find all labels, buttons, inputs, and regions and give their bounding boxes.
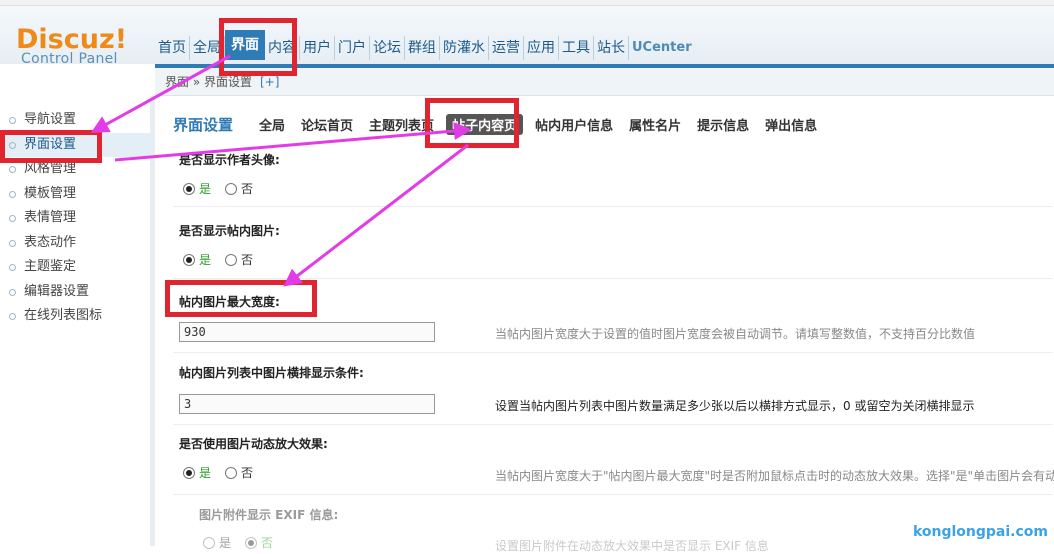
avatar-no-radio[interactable]	[225, 183, 237, 195]
expand-button[interactable]: [+]	[260, 75, 279, 89]
exif-label: 图片附件显示 EXIF 信息:	[199, 506, 338, 523]
nav-webmaster[interactable]: 站长	[594, 36, 629, 60]
maxwidth-input[interactable]: 930	[179, 322, 435, 342]
nav-tools[interactable]: 工具	[559, 36, 594, 60]
images-yes-radio[interactable]	[183, 254, 195, 266]
exif-no-radio[interactable]	[245, 537, 257, 549]
avatar-label: 是否显示作者头像:	[179, 151, 280, 168]
section-title: 界面设置	[173, 114, 233, 135]
avatar-yes-radio[interactable]	[183, 183, 195, 195]
zoom-radios: 是 否	[183, 464, 253, 481]
sidebar-item-reactions[interactable]: 表态动作	[0, 231, 150, 256]
zoom-no-radio[interactable]	[225, 467, 237, 479]
nav-home[interactable]: 首页	[155, 36, 190, 60]
highlight-sidebar-interface	[0, 130, 102, 163]
nav-portal[interactable]: 门户	[335, 36, 370, 60]
watermark: konglongpai.com	[913, 524, 1048, 540]
zoom-hint: 当帖内图片宽度大于"帖内图片最大宽度"时是否附加鼠标点击时的动态放大效果。选择"…	[495, 467, 1054, 484]
images-no-radio[interactable]	[225, 254, 237, 266]
nav-antispam[interactable]: 防灌水	[440, 36, 489, 60]
highlight-maxwidth-label	[165, 280, 317, 317]
nav-apps[interactable]: 应用	[524, 36, 559, 60]
images-label: 是否显示帖内图片:	[179, 222, 280, 239]
nav-ucenter[interactable]: UCenter	[629, 36, 695, 60]
avatar-radios: 是 否	[183, 180, 253, 197]
main-panel: 界面设置 全局 论坛首页 主题列表页 帖子内容页 帖内用户信息 属性名片 提示信…	[155, 96, 1054, 546]
zoom-label: 是否使用图片动态放大效果:	[179, 435, 328, 452]
header: Discuz! Control Panel 首页 全局 界面 内容 用户 门户 …	[0, 6, 1054, 64]
tab-post-user-info[interactable]: 帖内用户信息	[535, 115, 613, 134]
listcond-input[interactable]: 3	[179, 394, 435, 414]
tab-popups[interactable]: 弹出信息	[765, 115, 817, 134]
listcond-hint: 设置当帖内图片列表中图片数量满足多少张以后以横排方式显示，0 或留空为关闭横排显…	[495, 397, 974, 414]
images-radios: 是 否	[183, 251, 253, 268]
sidebar-item-editor[interactable]: 编辑器设置	[0, 280, 150, 305]
zoom-yes-radio[interactable]	[183, 467, 195, 479]
sidebar-item-smilies[interactable]: 表情管理	[0, 206, 150, 231]
nav-group[interactable]: 群组	[405, 36, 440, 60]
highlight-nav-interface	[219, 18, 297, 76]
tab-messages[interactable]: 提示信息	[697, 115, 749, 134]
sidebar-item-online-icons[interactable]: 在线列表图标	[0, 304, 150, 329]
exif-yes-radio[interactable]	[203, 537, 215, 549]
listcond-label: 帖内图片列表中图片横排显示条件:	[179, 364, 364, 381]
nav-forum[interactable]: 论坛	[370, 36, 405, 60]
sidebar-item-stamps[interactable]: 主题鉴定	[0, 255, 150, 280]
maxwidth-hint: 当帖内图片宽度大于设置的值时图片宽度会被自动调节。请填写整数值，不支持百分比数值	[495, 325, 975, 342]
exif-radios: 是 否	[203, 534, 287, 551]
sidebar-item-nav[interactable]: 导航设置	[0, 108, 150, 133]
logo: Discuz! Control Panel	[16, 24, 127, 67]
highlight-tab-post-content	[425, 98, 519, 148]
nav-operation[interactable]: 运营	[489, 36, 524, 60]
tab-global[interactable]: 全局	[259, 115, 285, 134]
sidebar-item-template[interactable]: 模板管理	[0, 182, 150, 207]
tab-profile-card[interactable]: 属性名片	[629, 115, 681, 134]
nav-users[interactable]: 用户	[300, 36, 335, 60]
tab-forum-index[interactable]: 论坛首页	[301, 115, 353, 134]
